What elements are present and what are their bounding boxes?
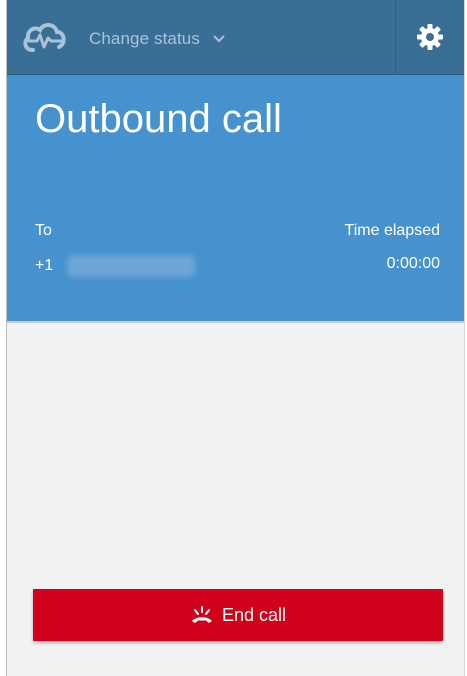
to-number-prefix: +1 (35, 257, 54, 274)
gear-icon (417, 24, 443, 50)
cloud-pulse-icon (23, 23, 66, 52)
to-number: +1 (35, 255, 196, 277)
change-status-label: Change status (89, 29, 200, 48)
end-call-button[interactable]: End call (33, 589, 443, 641)
redacted-number (67, 255, 196, 277)
time-elapsed-label: Time elapsed (344, 222, 440, 239)
top-bar: Change status (7, 0, 464, 75)
time-elapsed-value: 0:00:00 (386, 255, 440, 272)
settings-button[interactable] (395, 0, 464, 74)
call-panel: Outbound call To +1 Time elapsed 0:00:00 (7, 75, 464, 323)
hang-up-icon (191, 606, 212, 623)
end-call-label: End call (221, 604, 287, 625)
change-status-dropdown[interactable]: Change status (89, 26, 226, 52)
call-title: Outbound call (35, 97, 282, 141)
contact-control-panel: Change status Outbound call To +1 Time e… (6, 0, 465, 676)
to-label: To (35, 222, 52, 239)
chevron-down-icon (213, 35, 225, 43)
